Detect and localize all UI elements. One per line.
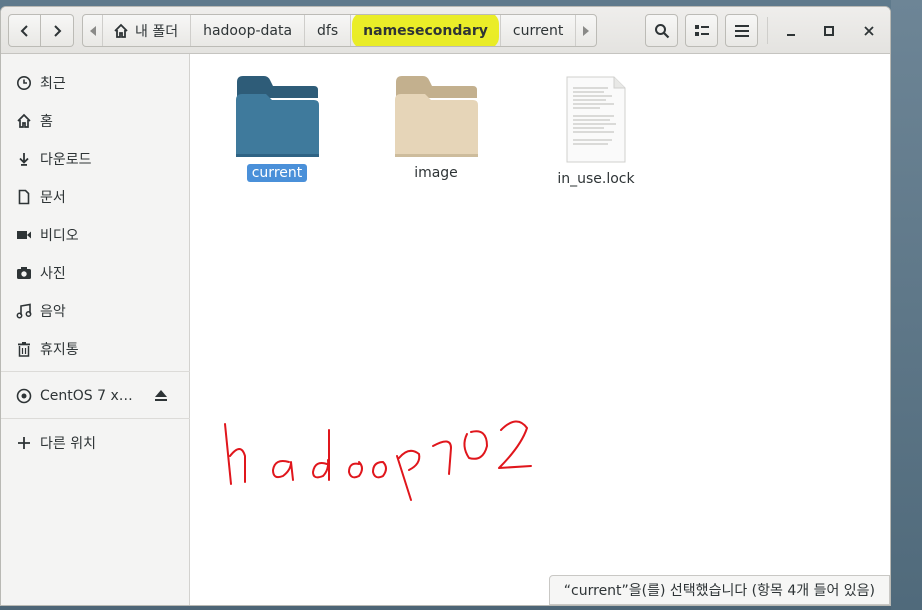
path-segment-current[interactable]: current bbox=[501, 15, 577, 46]
search-button[interactable] bbox=[645, 14, 678, 47]
header-separator bbox=[767, 17, 768, 44]
eject-icon bbox=[155, 390, 167, 401]
camera-icon bbox=[17, 267, 31, 279]
status-bar: “current”을(를) 선택했습니다 (항목 4개 들어 있음) bbox=[548, 575, 890, 605]
view-mode-button[interactable] bbox=[685, 14, 718, 47]
sidebar-item-label: 다운로드 bbox=[40, 152, 92, 168]
sidebar-item-music[interactable]: 음악 bbox=[1, 296, 190, 326]
file-name: image bbox=[414, 165, 458, 181]
minimize-icon bbox=[786, 33, 795, 36]
sidebar-item-home[interactable]: 홈 bbox=[1, 106, 190, 136]
video-icon bbox=[17, 231, 31, 239]
header-bar: 내 폴더 hadoop-data dfs namesecondary curre… bbox=[1, 7, 890, 54]
sidebar-item-videos[interactable]: 비디오 bbox=[1, 220, 190, 250]
file-item-image[interactable]: image bbox=[381, 74, 491, 182]
path-segment-dfs[interactable]: dfs bbox=[305, 15, 352, 46]
path-segment-label: namesecondary bbox=[363, 22, 488, 39]
path-segment-label: current bbox=[512, 22, 564, 39]
file-view: current image in_use.lock “current”을(를) … bbox=[191, 54, 890, 605]
sidebar-item-trash[interactable]: 휴지통 bbox=[1, 334, 190, 364]
sidebar-item-label: 다른 위치 bbox=[40, 436, 96, 452]
hamburger-menu-icon bbox=[734, 24, 749, 37]
sidebar-item-label: 비디오 bbox=[40, 228, 79, 244]
eject-button[interactable] bbox=[153, 387, 169, 407]
path-scroll-right-button[interactable] bbox=[576, 15, 596, 46]
file-name: current bbox=[246, 164, 308, 182]
file-item-current[interactable]: current bbox=[222, 74, 332, 182]
clock-icon bbox=[17, 76, 31, 90]
desktop-background bbox=[891, 0, 922, 610]
sidebar-item-documents[interactable]: 문서 bbox=[1, 182, 190, 212]
path-segment-namesecondary[interactable]: namesecondary bbox=[351, 15, 501, 46]
path-home-button[interactable]: 내 폴더 bbox=[103, 15, 192, 46]
disc-icon bbox=[16, 388, 32, 404]
file-name: in_use.lock bbox=[557, 171, 635, 187]
navigation-buttons bbox=[8, 14, 74, 47]
sidebar-item-label: 휴지통 bbox=[40, 342, 79, 358]
maximize-icon bbox=[823, 25, 834, 36]
sidebar-item-label: 사진 bbox=[40, 266, 66, 282]
path-scroll-left-button[interactable] bbox=[83, 15, 103, 46]
home-icon bbox=[17, 113, 31, 128]
triangle-right-icon bbox=[583, 25, 590, 36]
back-button[interactable] bbox=[8, 14, 41, 47]
trash-icon bbox=[18, 342, 30, 357]
sidebar-item-recent[interactable]: 최근 bbox=[1, 68, 190, 98]
handwritten-annotation: hadoop02 bbox=[224, 420, 532, 501]
minimize-button[interactable] bbox=[774, 14, 807, 47]
home-icon bbox=[114, 23, 128, 38]
sidebar-item-label: 홈 bbox=[40, 114, 53, 130]
close-icon bbox=[863, 25, 874, 36]
menu-button[interactable] bbox=[725, 14, 758, 47]
folder-icon bbox=[236, 76, 319, 157]
sidebar-item-label: 최근 bbox=[40, 76, 66, 92]
sidebar: 최근 홈 다운로드 문서 비디오 사진 음악 휴지통 CentOS 7 x… 다… bbox=[1, 54, 190, 605]
grid-view-icon bbox=[694, 24, 709, 36]
sidebar-item-label: 문서 bbox=[40, 190, 66, 206]
sidebar-item-downloads[interactable]: 다운로드 bbox=[1, 144, 190, 174]
sidebar-item-centos-disc[interactable]: CentOS 7 x… bbox=[1, 381, 190, 411]
path-segment-label: hadoop-data bbox=[203, 22, 293, 39]
chevron-right-icon bbox=[54, 24, 62, 37]
music-icon bbox=[16, 303, 32, 319]
path-segment-label: dfs bbox=[317, 22, 339, 39]
sidebar-item-pictures[interactable]: 사진 bbox=[1, 258, 190, 288]
forward-button[interactable] bbox=[41, 14, 74, 47]
folder-icon bbox=[395, 76, 478, 157]
plus-icon bbox=[18, 437, 30, 449]
close-button[interactable] bbox=[852, 14, 885, 47]
path-home-label: 내 폴더 bbox=[135, 23, 179, 40]
path-bar: 내 폴더 hadoop-data dfs namesecondary curre… bbox=[82, 14, 598, 47]
file-item-in-use-lock[interactable]: in_use.lock bbox=[541, 76, 651, 188]
sidebar-item-other-locations[interactable]: 다른 위치 bbox=[1, 428, 190, 458]
sidebar-separator bbox=[1, 371, 190, 372]
text-document-icon bbox=[566, 76, 626, 163]
sidebar-separator bbox=[1, 418, 190, 419]
maximize-button[interactable] bbox=[812, 14, 845, 47]
status-text: “current”을(를) 선택했습니다 (항목 4개 들어 있음) bbox=[563, 583, 875, 599]
chevron-left-icon bbox=[20, 24, 28, 37]
document-icon bbox=[18, 189, 30, 205]
sidebar-item-label: 음악 bbox=[40, 304, 66, 320]
download-icon bbox=[19, 153, 29, 166]
path-segment-hadoop-data[interactable]: hadoop-data bbox=[191, 15, 306, 46]
search-icon bbox=[654, 23, 669, 38]
sidebar-item-label: CentOS 7 x… bbox=[40, 388, 133, 404]
file-manager-window: 내 폴더 hadoop-data dfs namesecondary curre… bbox=[0, 6, 891, 606]
triangle-left-icon bbox=[89, 25, 96, 36]
